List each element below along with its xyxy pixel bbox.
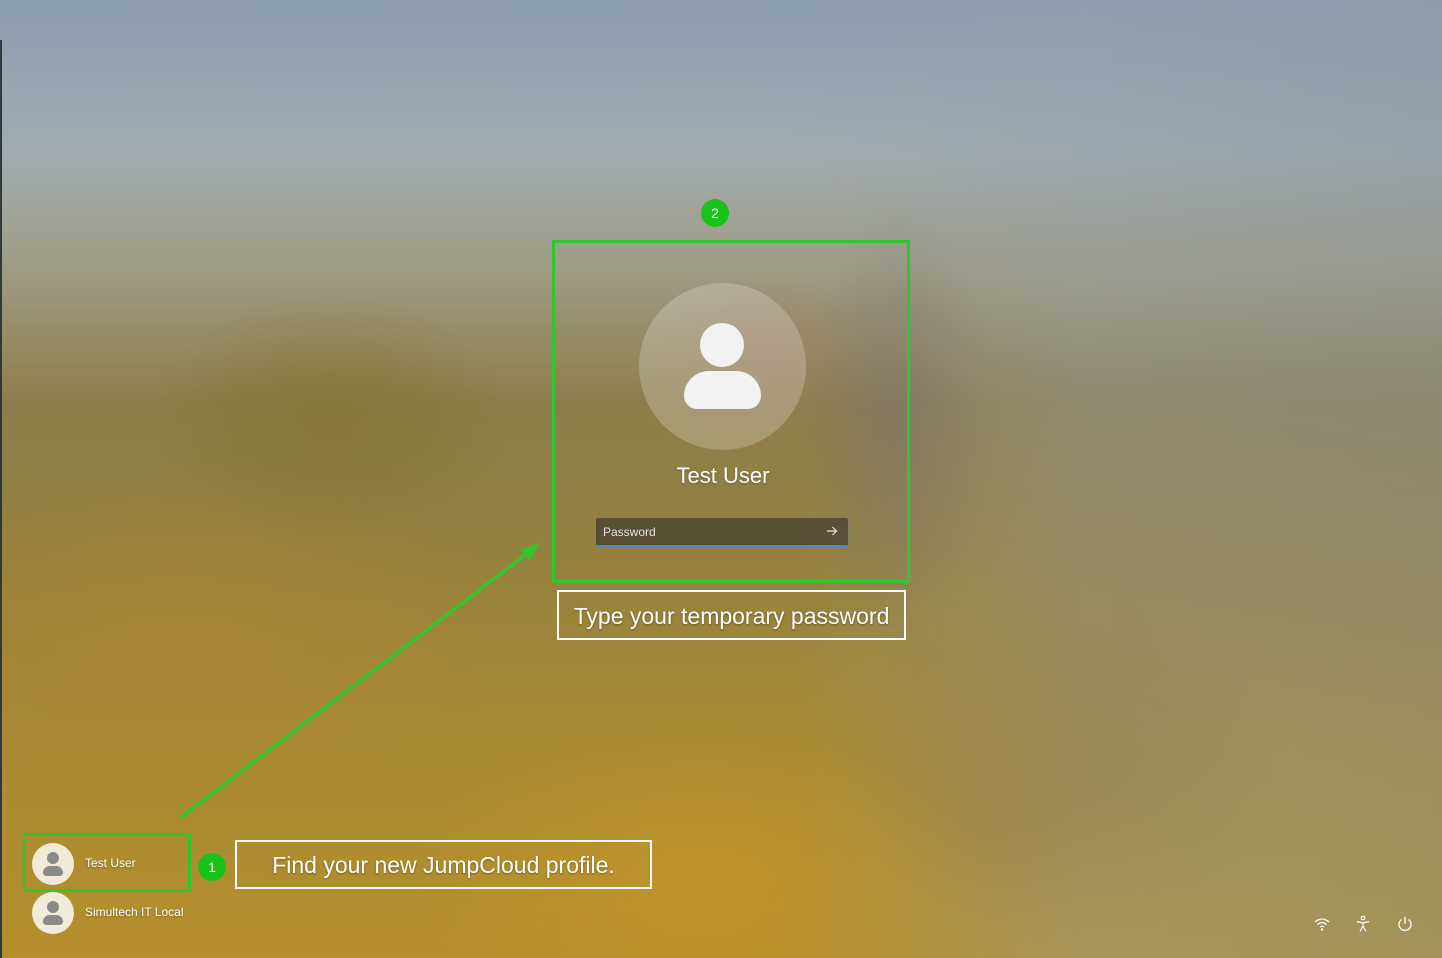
login-panel-highlight: [552, 240, 910, 583]
accessibility-icon[interactable]: [1353, 914, 1373, 934]
step-2-callout: Type your temporary password: [557, 590, 906, 640]
user-avatar-icon: [32, 892, 74, 934]
window-edge: [0, 40, 2, 958]
user-tile-label: Simultech IT Local: [85, 905, 184, 919]
user-tile-highlight: [23, 833, 191, 892]
step-1-badge: 1: [198, 853, 226, 881]
power-icon[interactable]: [1395, 914, 1415, 934]
lock-screen: Test User 2 Type your temporary password…: [0, 0, 1442, 958]
user-tile-simultech-it-local[interactable]: Simultech IT Local: [32, 892, 202, 934]
wifi-icon[interactable]: [1312, 914, 1332, 934]
step-2-badge: 2: [701, 199, 729, 227]
step-1-callout: Find your new JumpCloud profile.: [235, 840, 652, 889]
